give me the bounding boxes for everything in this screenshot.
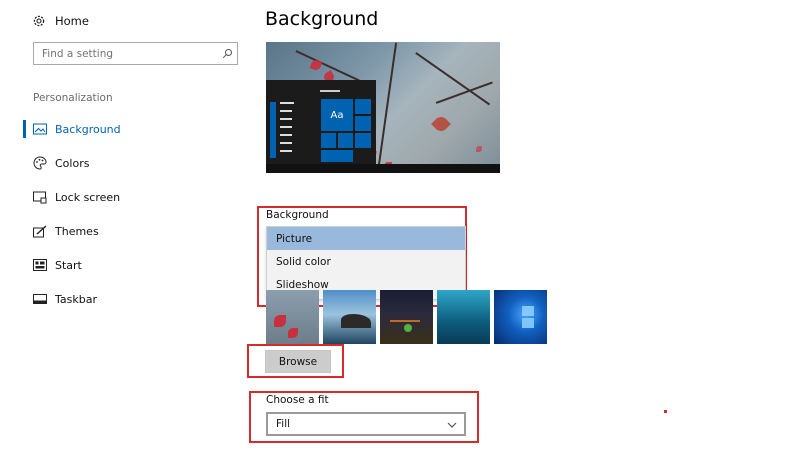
- section-label-personalization: Personalization: [33, 92, 113, 104]
- background-dropdown-list[interactable]: Picture Solid color Slideshow: [266, 226, 466, 300]
- sidebar-item-label: Background: [55, 122, 121, 136]
- sidebar-item-colors[interactable]: Colors: [23, 152, 243, 174]
- taskbar-icon: [33, 292, 47, 306]
- thumbnail-5[interactable]: [494, 290, 547, 344]
- home-label: Home: [55, 14, 89, 28]
- sidebar-item-label: Lock screen: [55, 190, 121, 204]
- sidebar-item-lock-screen[interactable]: Lock screen: [23, 186, 243, 208]
- preview-start-menu: Aa: [266, 80, 376, 164]
- preview-tile-label: Aa: [320, 98, 354, 132]
- lock-screen-icon: [33, 190, 47, 204]
- choose-fit-label: Choose a fit: [266, 394, 329, 406]
- page-title: Background: [265, 8, 379, 30]
- search-box[interactable]: [33, 42, 238, 65]
- sidebar-item-label: Themes: [55, 224, 99, 238]
- start-icon: [33, 258, 47, 272]
- sidebar-item-background[interactable]: Background: [23, 118, 243, 140]
- thumbnail-4[interactable]: [437, 290, 490, 344]
- browse-button[interactable]: Browse: [265, 350, 331, 373]
- option-picture[interactable]: Picture: [267, 227, 465, 250]
- sidebar: Home Personalization Background Colors L…: [0, 0, 250, 450]
- sidebar-item-label: Taskbar: [55, 292, 97, 306]
- sidebar-item-taskbar[interactable]: Taskbar: [23, 288, 243, 310]
- search-input[interactable]: [34, 43, 217, 64]
- red-dot-marker: [664, 410, 667, 413]
- gear-icon: [32, 14, 46, 28]
- background-preview: Aa: [266, 42, 500, 173]
- chevron-down-icon: [446, 419, 458, 431]
- home-link[interactable]: Home: [32, 11, 89, 31]
- sidebar-item-start[interactable]: Start: [23, 254, 243, 276]
- thumbnail-3[interactable]: [380, 290, 433, 344]
- thumbnail-2[interactable]: [323, 290, 376, 344]
- option-solid-color[interactable]: Solid color: [267, 250, 465, 273]
- palette-icon: [33, 156, 47, 170]
- sidebar-item-label: Colors: [55, 156, 90, 170]
- selection-indicator: [23, 120, 26, 138]
- fit-dropdown-value: Fill: [276, 418, 291, 430]
- background-label: Background: [266, 209, 329, 221]
- picture-thumbnails: [266, 290, 556, 344]
- sidebar-item-label: Start: [55, 258, 82, 272]
- preview-taskbar: [266, 164, 500, 173]
- sidebar-item-themes[interactable]: Themes: [23, 220, 243, 242]
- search-icon[interactable]: [217, 44, 237, 64]
- thumbnail-1[interactable]: [266, 290, 319, 344]
- fit-dropdown[interactable]: Fill: [266, 412, 466, 436]
- picture-icon: [33, 122, 47, 136]
- brush-icon: [33, 224, 47, 238]
